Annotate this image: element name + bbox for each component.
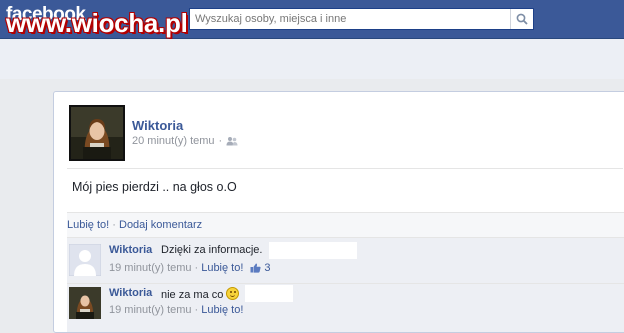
page-backdrop <box>0 39 624 79</box>
search-icon <box>516 13 528 25</box>
default-avatar-icon <box>68 243 102 277</box>
meta-separator: · <box>194 262 199 274</box>
watermark: www.wiocha.pl <box>6 8 188 38</box>
header-divider <box>67 168 623 169</box>
post-meta: 20 minut(y) temu · <box>132 135 238 147</box>
comment-text: Dzięki za informacje. <box>161 244 263 256</box>
post-actions: Lubię to! · Dodaj komentarz <box>67 212 624 237</box>
search-box[interactable] <box>189 8 534 30</box>
comment-author[interactable]: Wiktoria <box>109 287 152 299</box>
comment-divider <box>67 283 624 284</box>
comment-item: Wiktoria Dzięki za informacje. 19 minut(… <box>67 237 624 283</box>
avatar[interactable] <box>69 287 101 319</box>
post-text: Mój pies pierdzi .. na głos o.O <box>72 180 237 194</box>
avatar[interactable] <box>69 105 125 161</box>
profile-photo <box>69 287 101 319</box>
comment-text-row: nie za ma co <box>161 287 240 301</box>
redaction-box <box>245 285 293 302</box>
comments-section: Wiktoria Dzięki za informacje. 19 minut(… <box>67 237 624 332</box>
profile-photo <box>71 107 123 159</box>
post-author[interactable]: Wiktoria <box>132 118 183 133</box>
comment-like-link[interactable]: Lubię to! <box>201 304 243 316</box>
post-timestamp[interactable]: 20 minut(y) temu <box>132 135 215 147</box>
friends-icon <box>226 137 238 146</box>
redaction-box <box>269 242 357 259</box>
avatar[interactable] <box>68 243 102 277</box>
comment-meta: 19 minut(y) temu · Lubię to! <box>109 304 243 316</box>
comment-author[interactable]: Wiktoria <box>109 244 152 256</box>
comment-like-link[interactable]: Lubię to! <box>201 262 243 274</box>
thumbs-up-icon[interactable] <box>250 263 261 273</box>
comment-meta: 19 minut(y) temu · Lubię to! 3 <box>109 262 271 274</box>
top-bar: facebook www.wiocha.pl <box>0 0 624 39</box>
comment-text: nie za ma co <box>161 289 224 301</box>
post-card: Wiktoria 20 minut(y) temu · Mój pies pie… <box>53 91 624 333</box>
meta-separator: · <box>194 304 199 316</box>
comment-like-count[interactable]: 3 <box>264 262 270 274</box>
meta-separator: · <box>218 135 223 147</box>
like-link[interactable]: Lubię to! <box>67 219 109 231</box>
add-comment-link[interactable]: Dodaj komentarz <box>119 219 202 231</box>
action-separator: · <box>112 219 116 231</box>
comment-item: Wiktoria nie za ma co 19 minut(y) temu ·… <box>67 283 624 332</box>
comment-divider <box>67 237 624 238</box>
search-input[interactable] <box>190 9 520 29</box>
comment-timestamp[interactable]: 19 minut(y) temu <box>109 304 192 316</box>
search-button[interactable] <box>510 9 533 29</box>
smiley-icon <box>226 287 240 300</box>
comment-timestamp[interactable]: 19 minut(y) temu <box>109 262 192 274</box>
